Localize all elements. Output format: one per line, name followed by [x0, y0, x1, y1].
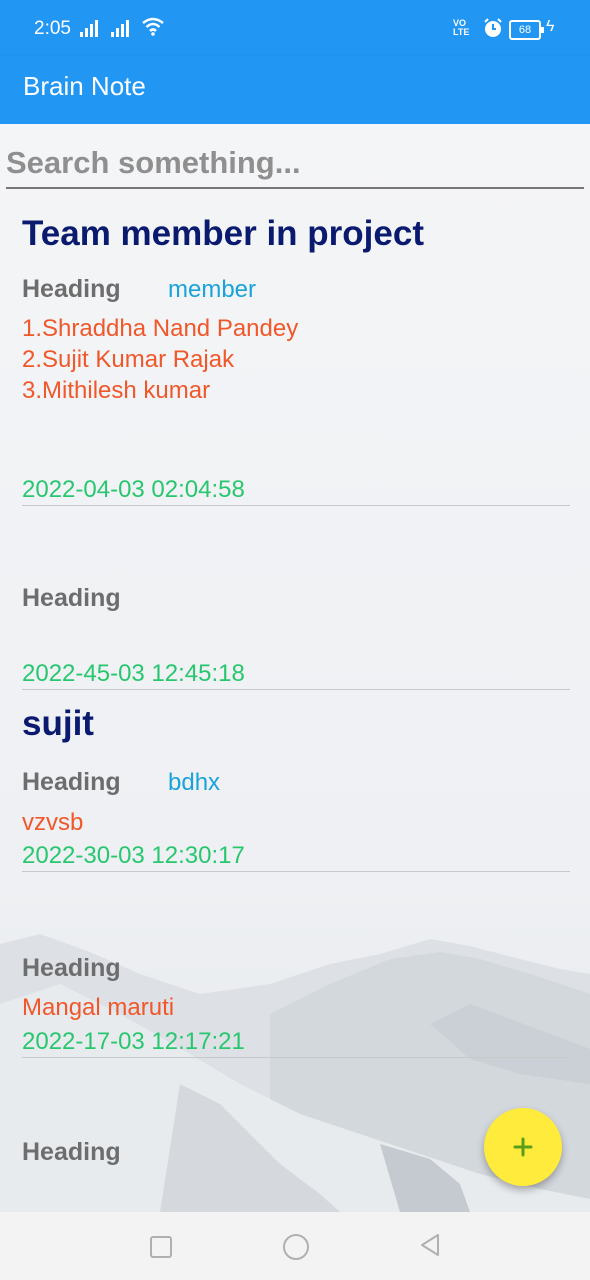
- alarm-icon: [484, 18, 502, 37]
- note-card[interactable]: sujit Heading bdhx vzvsb 2022-30-03 12:3…: [22, 704, 570, 874]
- note-heading: Heading: [22, 584, 121, 612]
- app-bar: Brain Note: [0, 56, 590, 124]
- note-card[interactable]: Heading Mangal maruti 2022-17-03 12:17:2…: [22, 944, 570, 1064]
- signal-icon: [111, 19, 129, 37]
- battery-icon: 68: [509, 20, 544, 40]
- note-heading: Heading: [22, 954, 121, 982]
- note-date: 2022-17-03 12:17:21: [22, 1028, 570, 1058]
- note-body: Mangal maruti: [22, 994, 175, 1021]
- signal-icon: [80, 19, 98, 37]
- note-date: 2022-30-03 12:30:17: [22, 842, 570, 872]
- recent-apps-icon[interactable]: [150, 1236, 172, 1258]
- note-card[interactable]: Heading 2022-45-03 12:45:18: [22, 504, 570, 690]
- battery-level: 68: [518, 24, 532, 36]
- note-title: sujit: [22, 704, 94, 743]
- note-card[interactable]: Team member in project Heading member 1.…: [22, 214, 570, 506]
- status-time: 2:05: [34, 18, 71, 39]
- home-icon[interactable]: [283, 1234, 309, 1260]
- note-tag: bdhx: [168, 769, 221, 796]
- charging-icon: ϟ: [546, 18, 555, 35]
- note-date: 2022-45-03 12:45:18: [22, 660, 570, 690]
- note-title: Team member in project: [22, 214, 424, 253]
- system-nav-bar: [0, 1212, 590, 1280]
- note-heading: Heading: [22, 768, 121, 796]
- note-body: 1.Shraddha Nand Pandey 2.Sujit Kumar Raj…: [22, 315, 299, 404]
- note-date: 2022-04-03 02:04:58: [22, 476, 570, 506]
- app-title: Brain Note: [23, 71, 146, 101]
- plus-icon: [513, 1137, 533, 1157]
- volte-icon: VO LTE: [453, 18, 470, 37]
- wifi-icon: [142, 17, 164, 36]
- note-heading: Heading: [22, 1138, 121, 1166]
- add-note-button[interactable]: [484, 1108, 562, 1186]
- note-tag: member: [168, 276, 257, 303]
- search-input[interactable]: Search something...: [6, 142, 584, 189]
- back-icon[interactable]: [418, 1232, 442, 1258]
- notes-list[interactable]: Search something... Team member in proje…: [0, 124, 590, 1212]
- note-body: vzvsb: [22, 809, 84, 836]
- status-bar: 2:05 VO LTE 68 ϟ: [0, 0, 590, 56]
- note-heading: Heading: [22, 275, 121, 303]
